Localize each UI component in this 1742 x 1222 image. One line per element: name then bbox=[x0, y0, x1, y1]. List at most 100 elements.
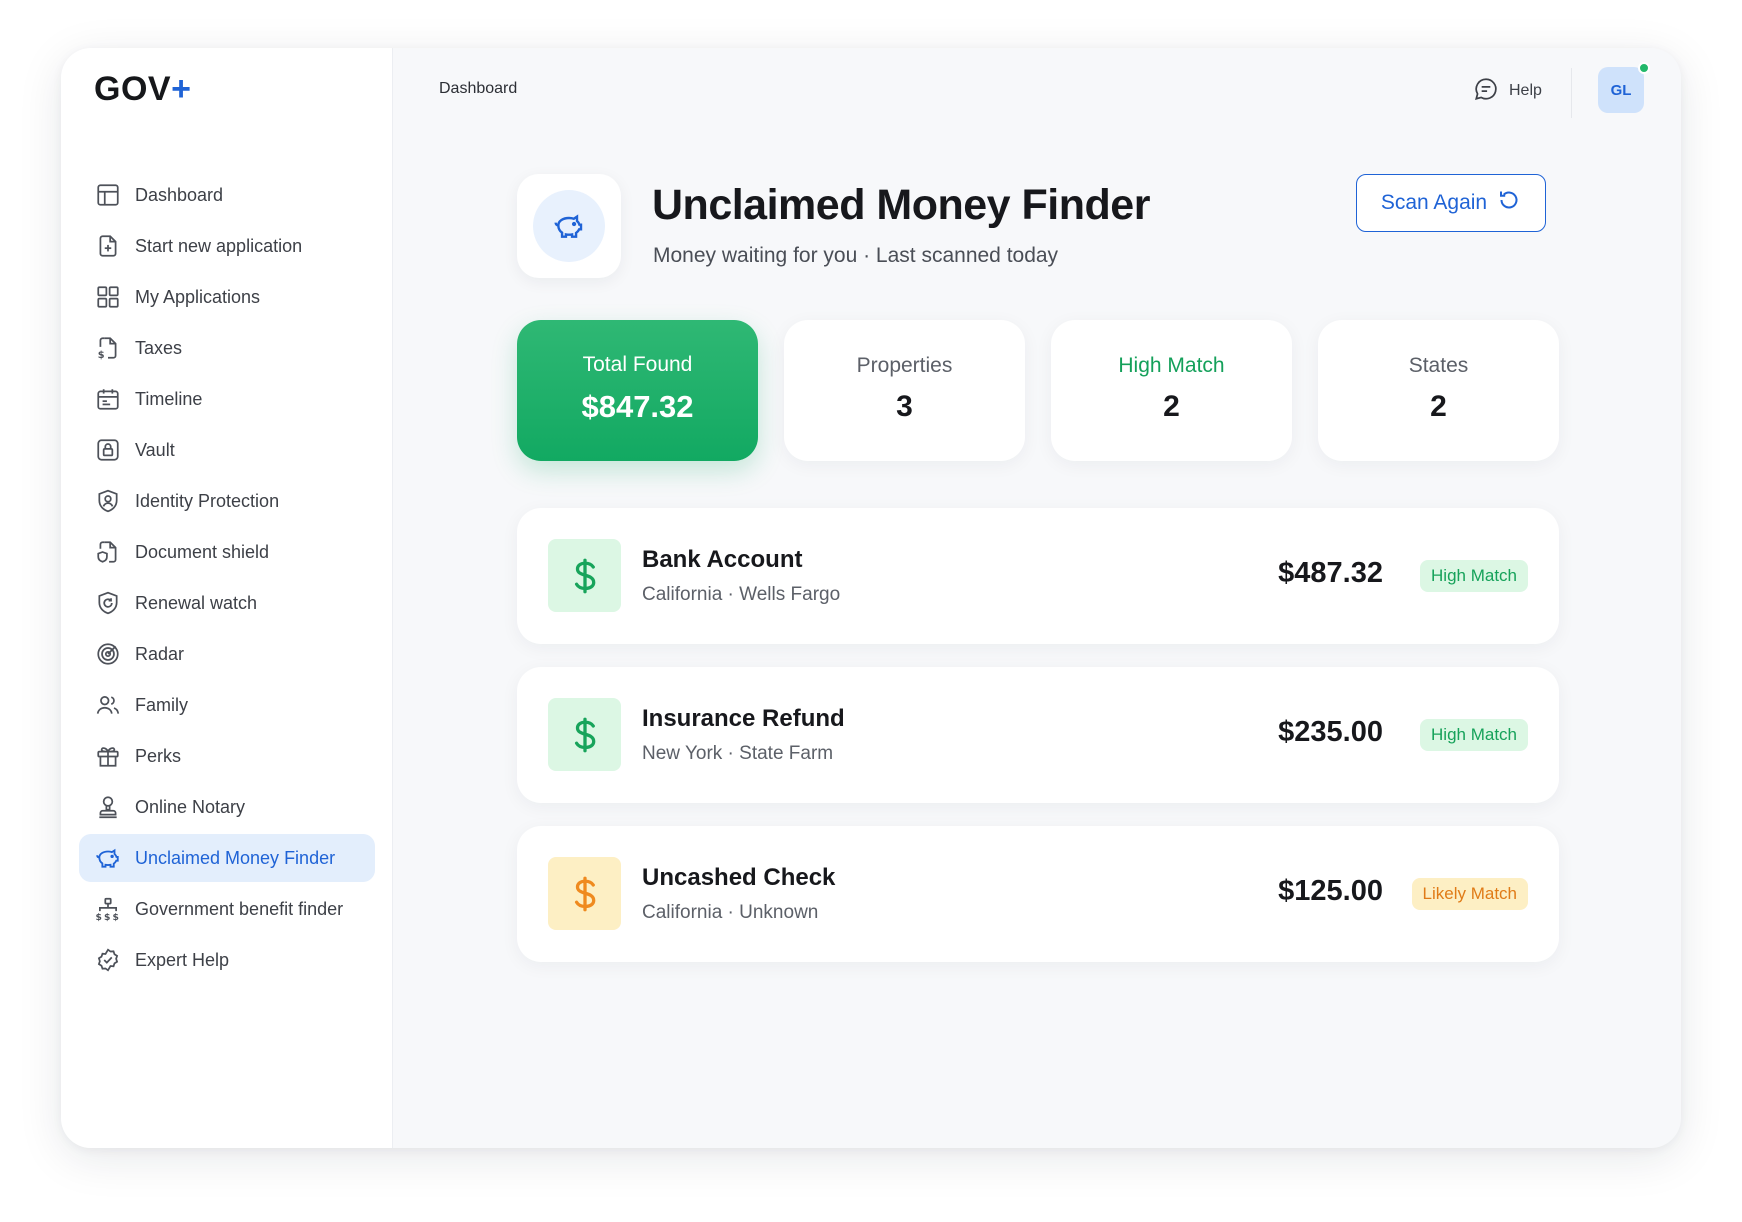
chat-help-icon bbox=[1473, 76, 1499, 107]
sidebar: GOV+ Dashboard Start new application My … bbox=[61, 48, 393, 1148]
sidebar-item-taxes[interactable]: $ Taxes bbox=[79, 324, 375, 372]
result-amount: $487.32 bbox=[1278, 557, 1383, 589]
gift-icon bbox=[95, 743, 121, 769]
svg-text:$: $ bbox=[113, 912, 119, 922]
sidebar-item-label: Vault bbox=[135, 439, 175, 460]
result-card-insurance-refund[interactable]: Insurance Refund New York · State Farm $… bbox=[517, 667, 1559, 803]
sidebar-item-label: Taxes bbox=[135, 337, 183, 358]
match-badge: High Match bbox=[1420, 560, 1528, 592]
stat-label: High Match bbox=[1118, 354, 1225, 377]
document-shield-icon bbox=[95, 539, 121, 565]
sidebar-item-unclaimed-money-finder[interactable]: Unclaimed Money Finder bbox=[79, 834, 375, 882]
sidebar-item-label: Radar bbox=[135, 643, 185, 664]
svg-text:$: $ bbox=[96, 912, 102, 922]
stamp-icon bbox=[95, 794, 121, 820]
sidebar-item-document-shield[interactable]: Document shield bbox=[79, 528, 375, 576]
sidebar-item-label: Government benefit finder bbox=[135, 898, 344, 919]
result-card-bank-account[interactable]: Bank Account California · Wells Fargo $4… bbox=[517, 508, 1559, 644]
sidebar-item-label: Start new application bbox=[135, 235, 303, 256]
sidebar-item-online-notary[interactable]: Online Notary bbox=[79, 783, 375, 831]
result-meta: New York · State Farm bbox=[642, 743, 834, 764]
sidebar-item-my-applications[interactable]: My Applications bbox=[79, 273, 375, 321]
piggy-bank-icon bbox=[95, 845, 121, 871]
sidebar-item-expert-help[interactable]: Expert Help bbox=[79, 936, 375, 984]
stat-properties: Properties 3 bbox=[784, 320, 1025, 461]
topbar-divider bbox=[1571, 68, 1572, 118]
scan-again-label: Scan Again bbox=[1380, 191, 1488, 214]
match-badge: High Match bbox=[1420, 719, 1528, 751]
sidebar-item-label: Perks bbox=[135, 745, 182, 766]
dollar-icon bbox=[548, 539, 621, 612]
app-window: GOV+ Dashboard Start new application My … bbox=[61, 48, 1681, 1148]
sidebar-item-label: Identity Protection bbox=[135, 490, 280, 511]
result-amount: $235.00 bbox=[1278, 716, 1383, 748]
sidebar-item-timeline[interactable]: Timeline bbox=[79, 375, 375, 423]
sidebar-item-government-benefit-finder[interactable]: $ $ $ Government benefit finder bbox=[79, 885, 375, 933]
result-title: Uncashed Check bbox=[642, 864, 836, 891]
sidebar-item-label: Unclaimed Money Finder bbox=[135, 847, 336, 868]
sidebar-item-vault[interactable]: Vault bbox=[79, 426, 375, 474]
stat-high-match: High Match 2 bbox=[1051, 320, 1292, 461]
radar-icon bbox=[95, 641, 121, 667]
piggy-bank-icon bbox=[533, 190, 605, 262]
help-label: Help bbox=[1509, 82, 1542, 99]
check-badge-icon bbox=[95, 947, 121, 973]
sidebar-item-family[interactable]: Family bbox=[79, 681, 375, 729]
page-icon-card bbox=[517, 174, 621, 278]
sidebar-item-label: Timeline bbox=[135, 388, 203, 409]
sidebar-item-label: Dashboard bbox=[135, 184, 224, 205]
stat-value: 2 bbox=[1430, 390, 1447, 423]
calendar-icon bbox=[95, 386, 121, 412]
sidebar-item-start-new-application[interactable]: Start new application bbox=[79, 222, 375, 270]
users-icon bbox=[95, 692, 121, 718]
match-badge: Likely Match bbox=[1411, 878, 1528, 910]
result-amount: $125.00 bbox=[1278, 875, 1383, 907]
sidebar-item-label: My Applications bbox=[135, 286, 261, 307]
result-meta: California · Unknown bbox=[642, 902, 819, 923]
stat-value: 2 bbox=[1163, 390, 1180, 423]
result-meta: California · Wells Fargo bbox=[642, 584, 841, 605]
result-title: Insurance Refund bbox=[642, 705, 845, 732]
logo-text: GOV bbox=[94, 70, 172, 108]
breadcrumb[interactable]: Dashboard bbox=[439, 80, 517, 98]
help-button[interactable]: Help bbox=[1473, 74, 1542, 108]
dollar-icon bbox=[548, 857, 621, 930]
sidebar-item-renewal-watch[interactable]: Renewal watch bbox=[79, 579, 375, 627]
scan-again-button[interactable]: Scan Again bbox=[1356, 174, 1546, 232]
shield-refresh-icon bbox=[95, 590, 121, 616]
sidebar-item-radar[interactable]: Radar bbox=[79, 630, 375, 678]
file-plus-icon bbox=[95, 233, 121, 259]
logo-plus: + bbox=[171, 70, 192, 108]
grid-icon bbox=[95, 284, 121, 310]
stat-total-found: Total Found $847.32 bbox=[517, 320, 758, 461]
stat-label: Properties bbox=[856, 354, 953, 377]
avatar[interactable]: GL bbox=[1598, 67, 1644, 113]
stat-label: Total Found bbox=[582, 353, 693, 376]
stat-value: $847.32 bbox=[581, 389, 694, 424]
lock-icon bbox=[95, 437, 121, 463]
sidebar-item-dashboard[interactable]: Dashboard bbox=[79, 171, 375, 219]
stat-states: States 2 bbox=[1318, 320, 1559, 461]
sidebar-item-label: Expert Help bbox=[135, 949, 230, 970]
shield-user-icon bbox=[95, 488, 121, 514]
sidebar-item-label: Online Notary bbox=[135, 796, 246, 817]
refresh-icon bbox=[1497, 188, 1521, 218]
page-title: Unclaimed Money Finder bbox=[652, 181, 1150, 229]
tax-document-icon: $ bbox=[95, 335, 121, 361]
sidebar-item-label: Family bbox=[135, 694, 188, 715]
hierarchy-money-icon: $ $ $ bbox=[95, 896, 121, 922]
sidebar-item-perks[interactable]: Perks bbox=[79, 732, 375, 780]
logo[interactable]: GOV+ bbox=[94, 70, 191, 109]
sidebar-nav: Dashboard Start new application My Appli… bbox=[79, 171, 375, 987]
stat-value: 3 bbox=[896, 390, 913, 423]
stat-label: States bbox=[1408, 354, 1469, 377]
sidebar-item-identity-protection[interactable]: Identity Protection bbox=[79, 477, 375, 525]
dollar-icon bbox=[548, 698, 621, 771]
result-card-uncashed-check[interactable]: Uncashed Check California · Unknown $125… bbox=[517, 826, 1559, 962]
sidebar-item-label: Renewal watch bbox=[135, 592, 258, 613]
page-subtitle: Money waiting for you · Last scanned tod… bbox=[653, 244, 1059, 267]
sidebar-item-label: Document shield bbox=[135, 541, 270, 562]
online-status-dot bbox=[1638, 62, 1650, 74]
svg-text:$: $ bbox=[104, 912, 110, 922]
svg-text:$: $ bbox=[98, 350, 105, 361]
